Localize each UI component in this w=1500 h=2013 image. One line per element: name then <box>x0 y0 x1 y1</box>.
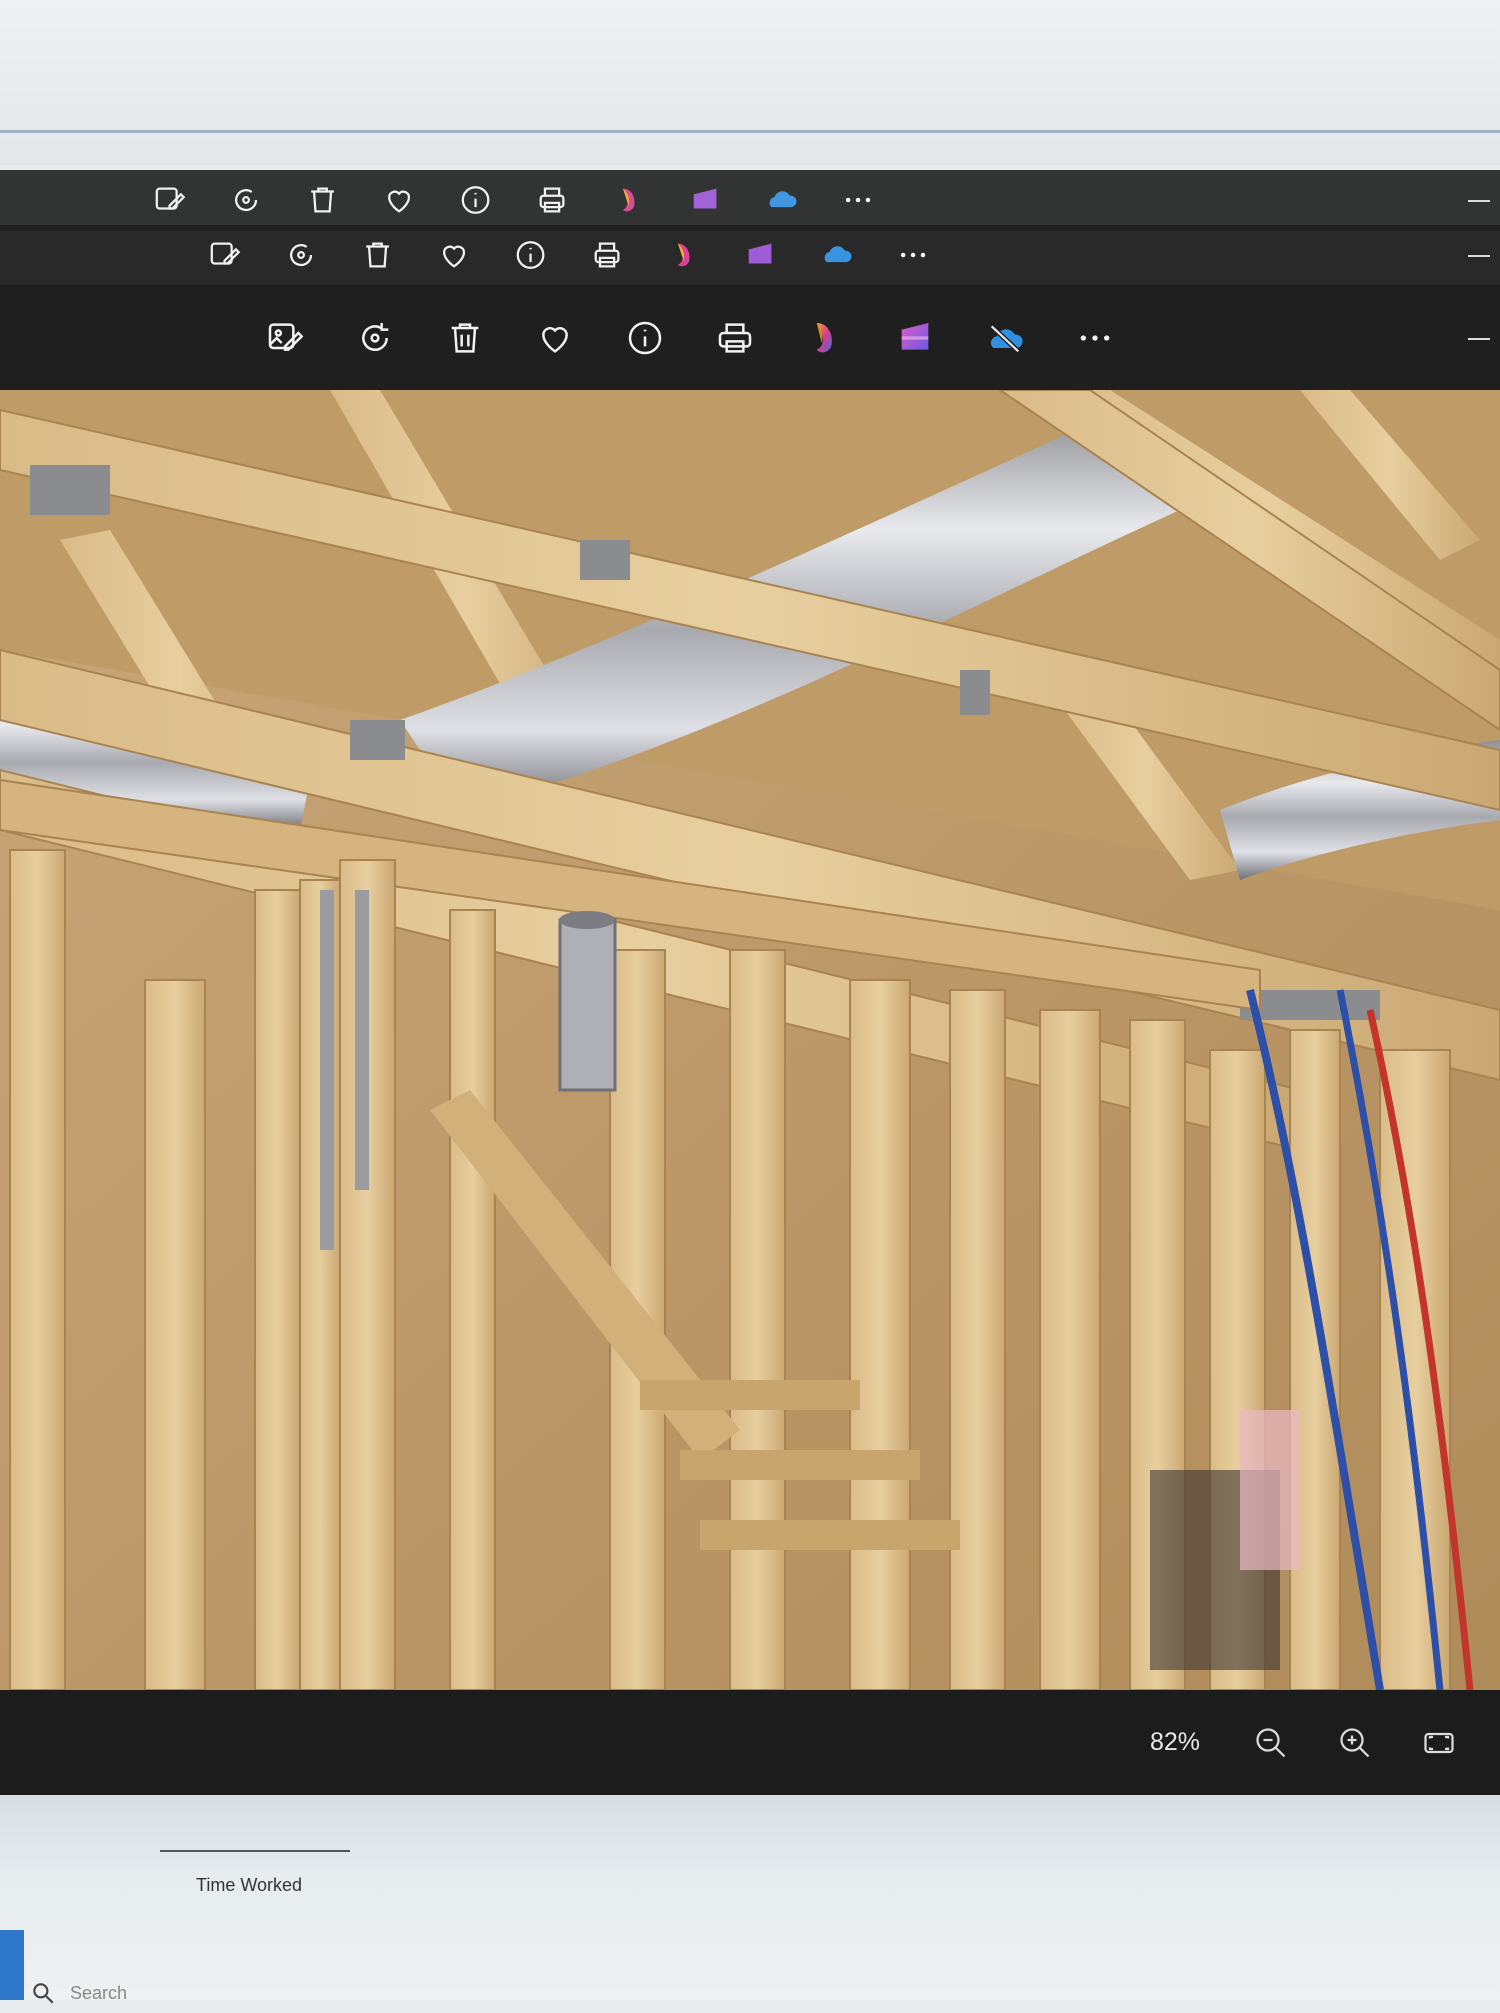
print-icon <box>533 180 572 219</box>
photo-viewer-toolbar <box>0 285 1500 391</box>
favorite-button[interactable] <box>532 315 578 361</box>
field-divider <box>160 1850 350 1852</box>
toolbar-ghost-duplicate <box>0 170 1500 231</box>
trash-icon <box>303 180 342 219</box>
time-worked-label: Time Worked <box>196 1875 303 1895</box>
fit-to-window-button[interactable] <box>1416 1720 1462 1766</box>
onedrive-off-icon <box>989 324 1023 353</box>
edit-image-button[interactable] <box>262 315 308 361</box>
zoom-in-icon <box>1340 1727 1370 1757</box>
rotate-icon <box>227 180 266 219</box>
minimize-icon <box>1468 200 1490 202</box>
zoom-out-icon <box>1256 1727 1286 1757</box>
viewer-status-bar: 82% <box>0 1690 1500 1795</box>
clipchamp-icon <box>901 322 929 350</box>
copilot-icon <box>816 322 832 352</box>
onedrive-off-icon <box>817 235 856 274</box>
clipchamp-button[interactable] <box>892 315 938 361</box>
edit-image-icon <box>150 180 189 219</box>
edit-image-icon <box>268 322 304 351</box>
minimize-button[interactable] <box>1468 337 1490 340</box>
clipchamp-icon <box>741 235 780 274</box>
toolbar-ghost-duplicate <box>0 225 1500 286</box>
toolbar-icons <box>262 315 1118 361</box>
trash-icon <box>358 235 397 274</box>
edit-image-icon <box>205 235 244 274</box>
heart-icon <box>380 180 419 219</box>
zoom-out-button[interactable] <box>1248 1720 1294 1766</box>
more-options-button[interactable] <box>1072 315 1118 361</box>
trash-icon <box>451 322 479 353</box>
info-icon <box>628 321 662 354</box>
ghost-icons-row <box>205 235 933 274</box>
print-icon <box>588 235 627 274</box>
clipchamp-icon <box>686 180 725 219</box>
minimize-icon <box>1468 255 1490 257</box>
zoom-in-button[interactable] <box>1332 1720 1378 1766</box>
ghost-icons-row <box>150 180 878 219</box>
search-placeholder: Search <box>70 1982 128 2003</box>
info-icon <box>511 235 550 274</box>
search-input[interactable]: Search <box>30 1973 330 2013</box>
rotate-button[interactable] <box>352 315 398 361</box>
onedrive-off-icon <box>762 180 801 219</box>
copilot-icon <box>664 235 703 274</box>
background-window-top <box>0 0 1500 165</box>
copilot-icon <box>609 180 648 219</box>
delete-button[interactable] <box>442 315 488 361</box>
zoom-level: 82% <box>1149 1728 1200 1756</box>
print-button[interactable] <box>712 315 758 361</box>
photo-canvas <box>0 390 1500 1690</box>
search-icon <box>33 1983 54 2004</box>
print-icon <box>718 322 752 353</box>
heart-icon <box>542 326 568 353</box>
photo-viewer-window: 82% <box>0 165 1500 1795</box>
rotate-icon <box>282 235 321 274</box>
copilot-button[interactable] <box>802 315 848 361</box>
construction-framing-photo <box>0 390 1500 1690</box>
onedrive-button[interactable] <box>982 315 1028 361</box>
taskbar-edge <box>0 1930 24 2000</box>
rotate-icon <box>362 322 389 351</box>
info-icon <box>456 180 495 219</box>
more-icon <box>894 235 933 274</box>
heart-icon <box>435 235 474 274</box>
more-icon <box>839 180 878 219</box>
fit-to-window-icon <box>1424 1732 1454 1753</box>
more-icon <box>1080 334 1110 341</box>
background-application: Time Worked Search <box>0 1795 1500 2004</box>
info-button[interactable] <box>622 315 668 361</box>
